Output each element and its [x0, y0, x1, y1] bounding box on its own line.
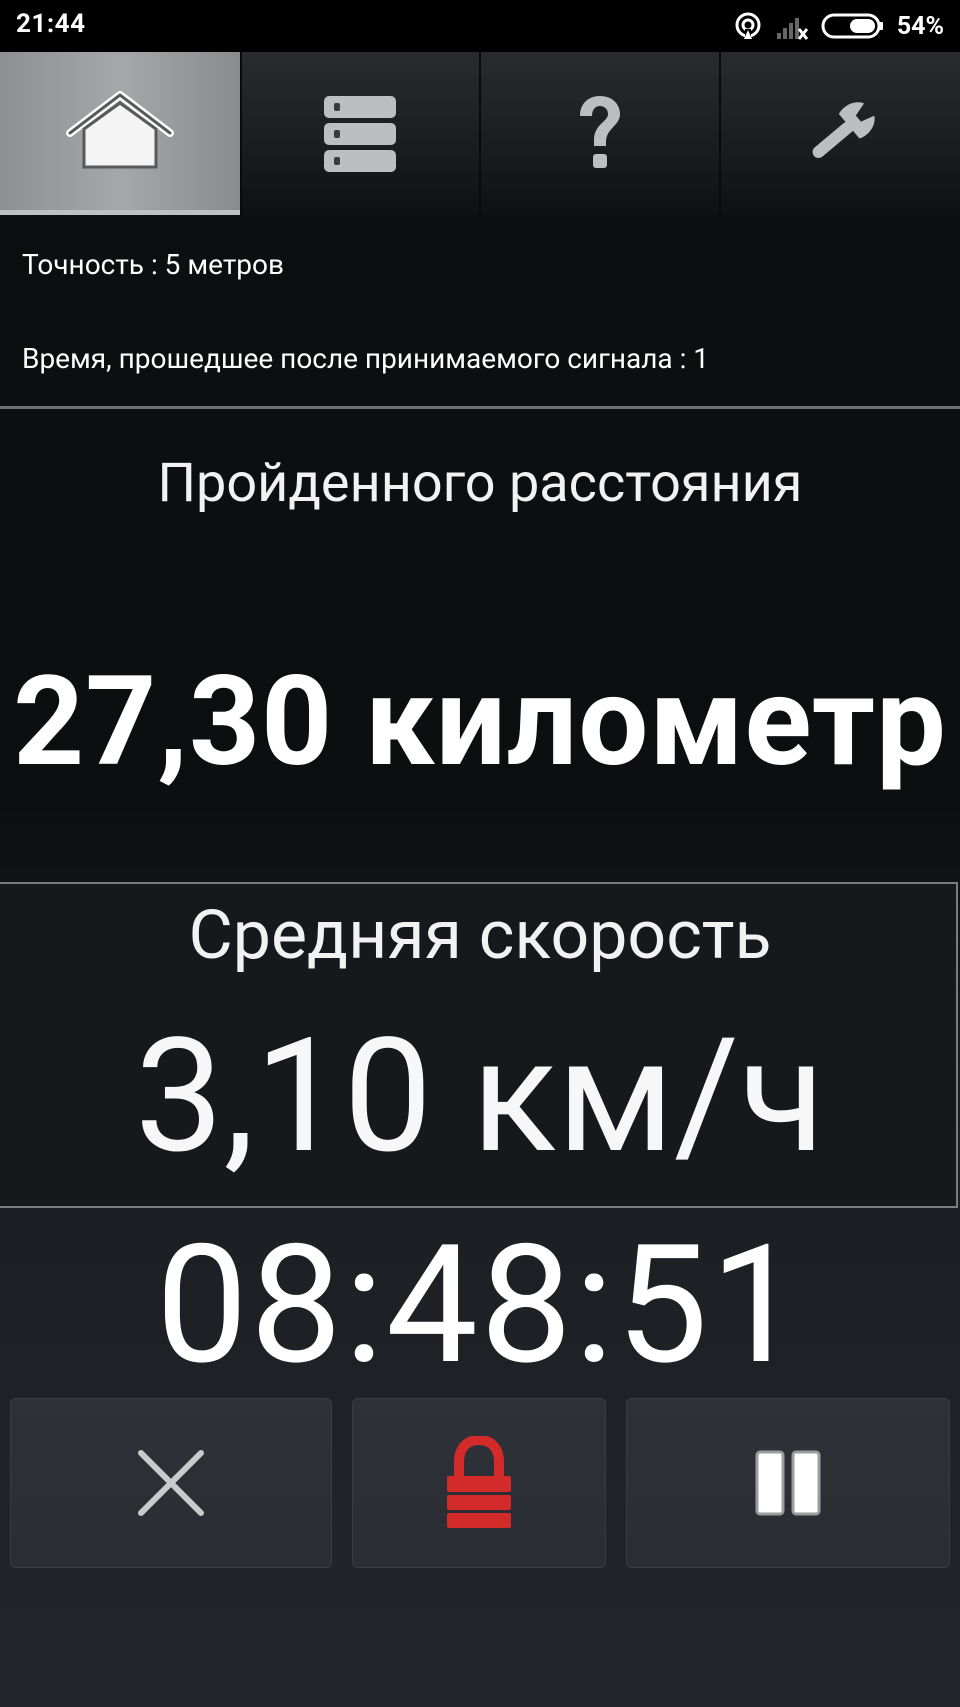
status-icons: 54% [733, 9, 944, 43]
cancel-button[interactable] [10, 1398, 332, 1568]
status-time: 21:44 [16, 9, 86, 39]
tab-help[interactable] [480, 52, 720, 215]
tab-settings[interactable] [720, 52, 960, 215]
lock-icon [447, 1436, 511, 1528]
battery-icon [821, 13, 883, 39]
status-bar: 21:44 54% [0, 0, 960, 52]
pause-icon [755, 1450, 821, 1516]
elapsed-timer: 08:48:51 [155, 1210, 805, 1402]
speed-value: 3,10 км/ч [134, 1003, 826, 1189]
distance-label: Пройденного расстояния [157, 452, 803, 515]
signal-icon [776, 18, 808, 40]
settings-wrench-icon [812, 101, 875, 158]
battery-percent: 54% [896, 11, 944, 41]
distance-value: 27,30 километр [13, 650, 947, 795]
accuracy-text: Точность : 5 метров [22, 248, 284, 281]
close-icon [138, 1450, 204, 1516]
speed-label: Средняя скорость [188, 895, 772, 975]
app-screen: 21:44 54% Точность: 5 метров Время, про… [0, 0, 960, 1707]
tab-home[interactable] [0, 52, 240, 215]
signal-time-text: Время, прошедшее после принимаемого сигн… [22, 342, 710, 375]
home-icon [66, 91, 174, 169]
divider [0, 406, 960, 409]
pause-button[interactable] [626, 1398, 950, 1568]
tab-bar [0, 52, 960, 215]
hotspot-icon [735, 12, 761, 39]
tab-list[interactable] [240, 52, 480, 215]
help-icon [580, 95, 620, 168]
lock-button[interactable] [352, 1398, 606, 1568]
list-icon [324, 95, 396, 172]
